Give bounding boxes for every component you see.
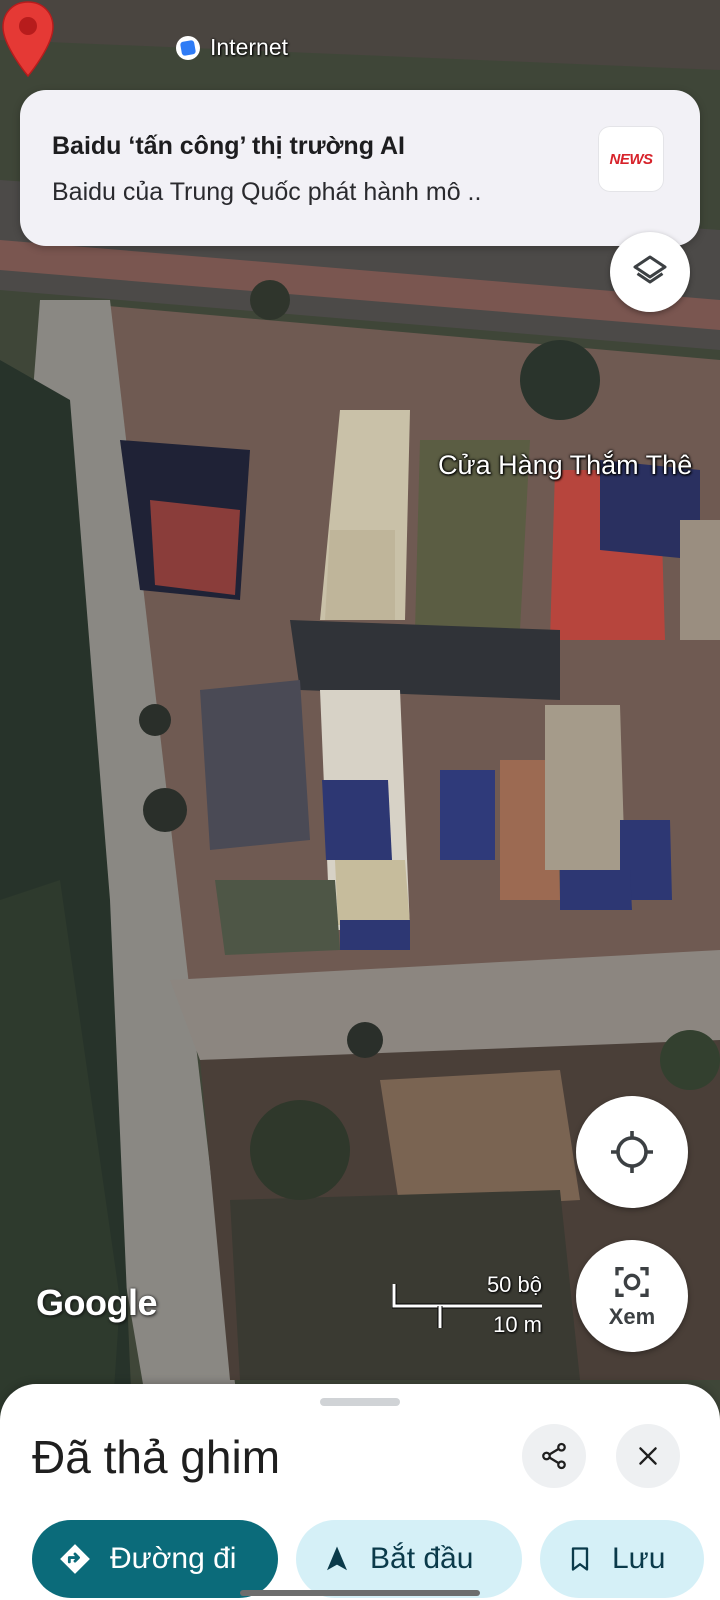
sheet-title: Đã thả ghim [32, 1431, 281, 1483]
navigation-arrow-icon [327, 1546, 347, 1571]
directions-button[interactable]: Đường đi [32, 1520, 278, 1598]
camera-search-icon [615, 1267, 649, 1297]
internet-app-icon [176, 35, 200, 60]
scale-bar: 50 bộ 10 m [392, 1272, 548, 1342]
close-icon [639, 1447, 657, 1465]
share-icon [542, 1442, 566, 1470]
notification-app-header: Internet [176, 34, 288, 61]
google-logo: Google [36, 1282, 158, 1323]
scale-label-meters: 10 m [493, 1312, 542, 1337]
lens-view-label: Xem [608, 1304, 656, 1329]
place-label[interactable]: Cửa Hàng Thắm Thê [438, 450, 692, 481]
layers-icon [633, 255, 667, 284]
notification-app-name: Internet [210, 34, 288, 60]
directions-label: Đường đi [110, 1542, 237, 1575]
my-location-icon [611, 1131, 653, 1173]
save-button[interactable]: Lưu [540, 1520, 704, 1598]
notification-title: Baidu ‘tấn công’ thị trường AI [52, 132, 405, 160]
save-label: Lưu [612, 1542, 666, 1575]
dropped-pin-marker[interactable] [0, 0, 56, 78]
bookmark-icon [571, 1547, 589, 1571]
directions-icon [60, 1544, 90, 1574]
news-logo-text: NEWS [609, 150, 654, 168]
layers-button[interactable] [610, 232, 690, 312]
lens-view-button[interactable]: Xem [576, 1240, 688, 1352]
share-button[interactable] [522, 1424, 586, 1488]
gesture-nav-bar[interactable] [240, 1590, 480, 1596]
start-label: Bắt đầu [370, 1542, 474, 1575]
news-notification[interactable]: Baidu ‘tấn công’ thị trường AI Baidu của… [20, 90, 700, 246]
sheet-drag-handle[interactable] [320, 1398, 400, 1406]
place-bottom-sheet[interactable]: Đã thả ghim Đường đi Bắt đầu Lưu [0, 1384, 720, 1600]
my-location-button[interactable] [576, 1096, 688, 1208]
start-navigation-button[interactable]: Bắt đầu [296, 1520, 522, 1598]
notification-body: Baidu của Trung Quốc phát hành mô .. [52, 178, 482, 206]
close-button[interactable] [616, 1424, 680, 1488]
notification-thumbnail: NEWS [598, 126, 664, 192]
